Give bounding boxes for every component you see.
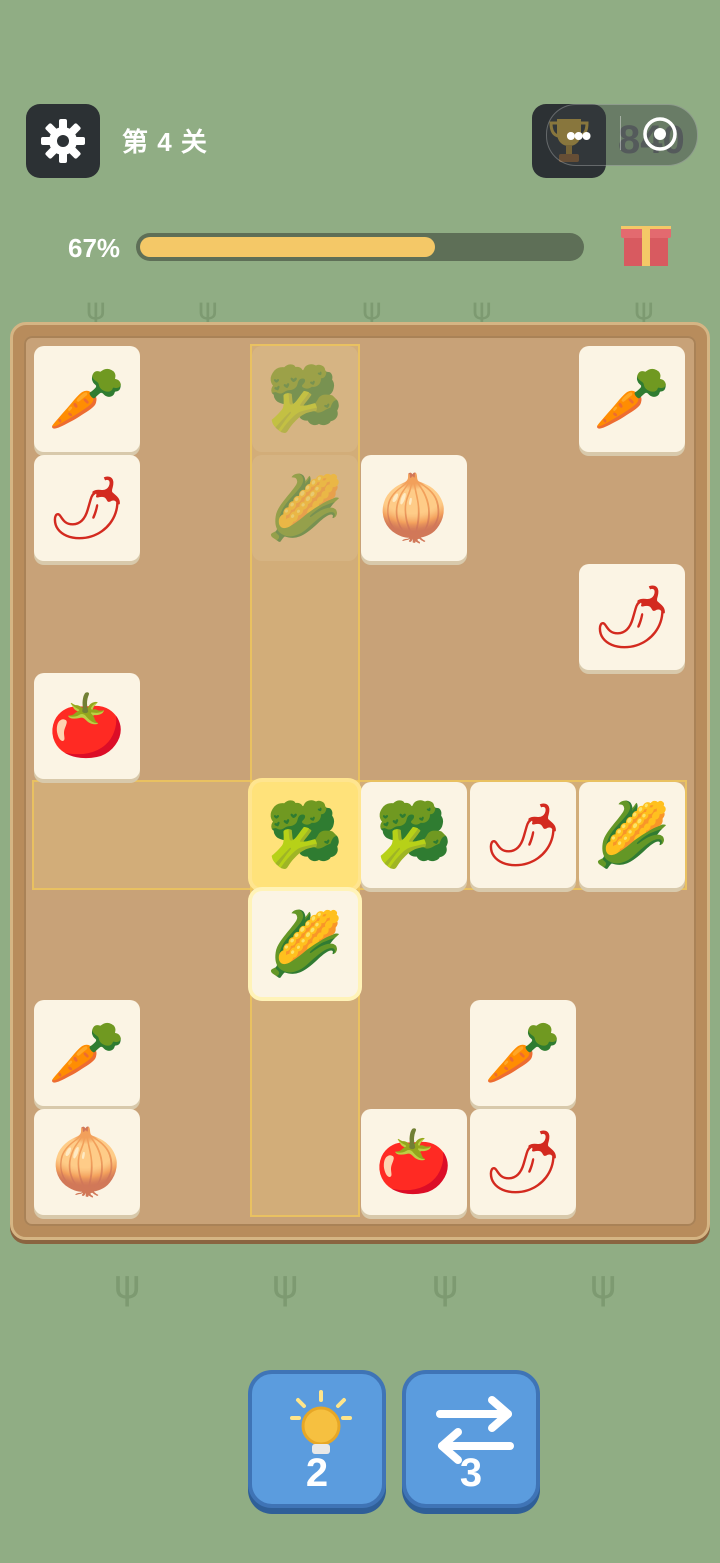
corn-icon: 🌽 <box>593 798 671 871</box>
onion-icon: 🧅 <box>375 471 453 544</box>
tile-chili[interactable]: 🌶 <box>470 1109 576 1215</box>
tile-chili[interactable]: 🌶 <box>579 564 685 670</box>
broccoli-icon: 🥦 <box>266 798 344 871</box>
chili-icon: 🌶 <box>483 798 563 871</box>
tomato-icon: 🍅 <box>375 1125 453 1198</box>
shuffle-count: 3 <box>459 1451 483 1495</box>
shuffle-button[interactable]: 3 <box>402 1370 540 1508</box>
corn-icon: 🌽 <box>266 471 344 544</box>
tile-chili[interactable]: 🌶 <box>470 782 576 888</box>
tile-onion[interactable]: 🧅 <box>361 455 467 561</box>
tile-carrot[interactable]: 🥕 <box>34 346 140 452</box>
corn-icon: 🌽 <box>266 907 344 980</box>
chili-icon: 🌶 <box>47 471 127 544</box>
tile-corn[interactable]: 🌽 <box>579 782 685 888</box>
tile-carrot[interactable]: 🥕 <box>470 1000 576 1106</box>
chili-icon: 🌶 <box>592 580 672 653</box>
broccoli-icon: 🥦 <box>266 362 344 435</box>
tile-broccoli[interactable]: 🥦 <box>252 782 358 888</box>
carrot-icon: 🥕 <box>48 1016 126 1089</box>
lightbulb-icon <box>290 1390 352 1454</box>
tile-tomato[interactable]: 🍅 <box>34 673 140 779</box>
onion-icon: 🧅 <box>48 1125 126 1198</box>
carrot-icon: 🥕 <box>484 1016 562 1089</box>
tile-carrot[interactable]: 🥕 <box>579 346 685 452</box>
tile-onion[interactable]: 🧅 <box>34 1109 140 1215</box>
tomato-icon: 🍅 <box>48 689 126 762</box>
broccoli-icon: 🥦 <box>375 798 453 871</box>
tile-layer: 🥕 🥦 🥕 🌶 🌽 🧅 🌶 🍅 🥦 🥦 🌶 🌽 🌽 🥕 🥕 🧅 🍅 🌶 <box>0 0 720 1563</box>
tile-broccoli[interactable]: 🥦 <box>361 782 467 888</box>
hint-button[interactable]: 2 <box>248 1370 386 1508</box>
tile-tomato[interactable]: 🍅 <box>361 1109 467 1215</box>
chili-icon: 🌶 <box>483 1125 563 1198</box>
tile-chili[interactable]: 🌶 <box>34 455 140 561</box>
carrot-icon: 🥕 <box>48 362 126 435</box>
tile-corn[interactable]: 🌽 <box>252 891 358 997</box>
hint-count: 2 <box>305 1451 329 1495</box>
tile-broccoli: 🥦 <box>252 346 358 452</box>
carrot-icon: 🥕 <box>593 362 671 435</box>
tile-carrot[interactable]: 🥕 <box>34 1000 140 1106</box>
tile-corn: 🌽 <box>252 455 358 561</box>
